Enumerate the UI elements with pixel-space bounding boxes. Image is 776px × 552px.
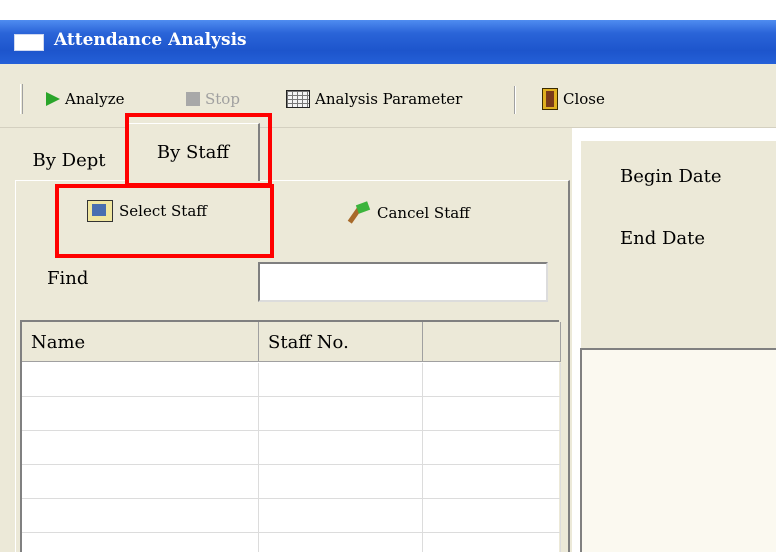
grid-header: Name Staff No. <box>22 322 561 362</box>
door-exit-icon <box>542 88 558 110</box>
column-header-extra[interactable] <box>423 322 561 362</box>
table-cell <box>423 533 561 552</box>
table-row[interactable] <box>22 465 561 499</box>
table-cell <box>22 397 259 431</box>
toolbar: Analyze Stop Analysis Parameter Close <box>0 64 776 128</box>
table-row[interactable] <box>22 431 561 465</box>
cancel-staff-button[interactable]: Cancel Staff <box>345 202 470 224</box>
analyze-label: Analyze <box>65 90 125 108</box>
analysis-parameter-button[interactable]: Analysis Parameter <box>286 88 462 110</box>
cancel-staff-icon <box>345 202 371 224</box>
table-cell <box>423 431 561 465</box>
close-label: Close <box>563 90 605 108</box>
toolbar-separator <box>514 86 516 114</box>
stop-icon <box>186 92 200 106</box>
staff-grid[interactable]: Name Staff No. <box>20 320 561 552</box>
window-icon <box>14 34 44 51</box>
table-cell <box>423 363 561 397</box>
analyze-button[interactable]: Analyze <box>46 88 125 110</box>
play-icon <box>46 92 60 106</box>
stop-label: Stop <box>205 90 240 108</box>
table-cell <box>423 397 561 431</box>
column-header-staff-no[interactable]: Staff No. <box>259 322 423 362</box>
table-cell <box>259 363 423 397</box>
table-cell <box>259 499 423 533</box>
table-cell <box>423 465 561 499</box>
find-label: Find <box>47 268 89 289</box>
analysis-parameter-label: Analysis Parameter <box>315 90 463 108</box>
table-cell <box>259 533 423 552</box>
stop-button[interactable]: Stop <box>186 88 240 110</box>
table-row[interactable] <box>22 397 561 431</box>
results-panel <box>580 348 776 552</box>
end-date-label: End Date <box>620 228 706 249</box>
tab-by-dept[interactable]: By Dept <box>14 140 124 180</box>
table-cell <box>22 499 259 533</box>
calendar-grid-icon <box>286 90 310 108</box>
begin-date-label: Begin Date <box>620 166 722 187</box>
highlight-by-staff-tab <box>125 113 272 187</box>
table-cell <box>22 533 259 552</box>
toolbar-grip[interactable] <box>20 84 23 114</box>
table-cell <box>22 363 259 397</box>
table-cell <box>259 431 423 465</box>
table-row[interactable] <box>22 363 561 397</box>
table-cell <box>259 465 423 499</box>
table-cell <box>22 431 259 465</box>
table-cell <box>259 397 423 431</box>
table-cell <box>22 465 259 499</box>
window-title: Attendance Analysis <box>54 30 247 50</box>
column-header-name[interactable]: Name <box>22 322 259 362</box>
close-button[interactable]: Close <box>542 88 605 110</box>
table-row[interactable] <box>22 499 561 533</box>
find-input[interactable] <box>258 262 548 302</box>
table-cell <box>423 499 561 533</box>
title-bar: Attendance Analysis <box>0 20 776 64</box>
table-row[interactable] <box>22 533 561 552</box>
cancel-staff-label: Cancel Staff <box>377 204 470 222</box>
highlight-select-staff-button <box>55 184 274 258</box>
